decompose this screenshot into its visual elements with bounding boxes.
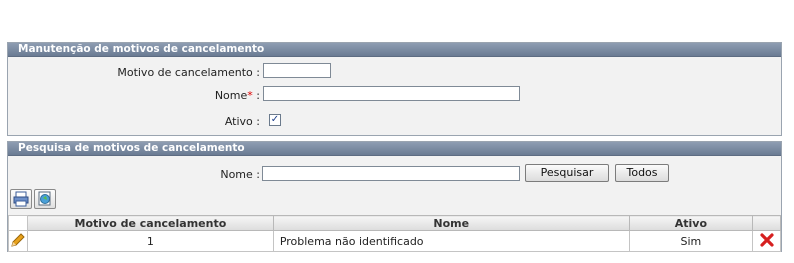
delete-cell[interactable] [752,230,781,252]
cell-motivo: 1 [26,230,274,252]
ativo-checkbox[interactable]: ✓ [269,114,281,126]
export-icon [38,191,51,206]
required-mark: * [247,89,253,102]
header-ativo[interactable]: Ativo [628,215,754,231]
motivo-input[interactable] [263,63,331,78]
edit-cell[interactable] [8,230,28,252]
table-header-row: Motivo de cancelamento Nome Ativo [8,215,781,231]
print-icon [13,191,29,207]
header-delete [752,215,781,231]
nome-label-text: Nome [214,89,248,102]
search-panel: Pesquisa de motivos de cancelamento Nome… [7,141,782,252]
maintenance-panel: Manutenção de motivos de cancelamento Mo… [7,42,782,136]
maintenance-panel-title: Manutenção de motivos de cancelamento [8,43,781,57]
search-button[interactable]: Pesquisar [525,164,609,182]
header-motivo[interactable]: Motivo de cancelamento [26,215,274,231]
search-panel-title: Pesquisa de motivos de cancelamento [8,142,781,156]
print-button[interactable] [10,189,32,209]
export-button[interactable] [34,189,56,209]
nome-input[interactable] [263,86,520,101]
search-nome-input[interactable] [262,166,520,181]
nome-label-colon: : [256,89,260,102]
header-nome[interactable]: Nome [272,215,630,231]
search-nome-label: Nome : [220,168,260,181]
header-edit [8,215,28,231]
table-row: 1 Problema não identificado Sim [8,230,781,252]
nome-label: Nome* : [168,89,260,102]
cell-nome: Problema não identificado [272,230,630,252]
cell-ativo: Sim [628,230,754,252]
all-button[interactable]: Todos [615,164,669,182]
motivo-label: Motivo de cancelamento : [117,66,260,79]
results-table: Motivo de cancelamento Nome Ativo 1 Prob… [8,215,781,252]
delete-x-icon[interactable] [759,232,775,248]
ativo-label: Ativo : [224,115,260,128]
edit-pencil-icon[interactable] [10,232,26,248]
